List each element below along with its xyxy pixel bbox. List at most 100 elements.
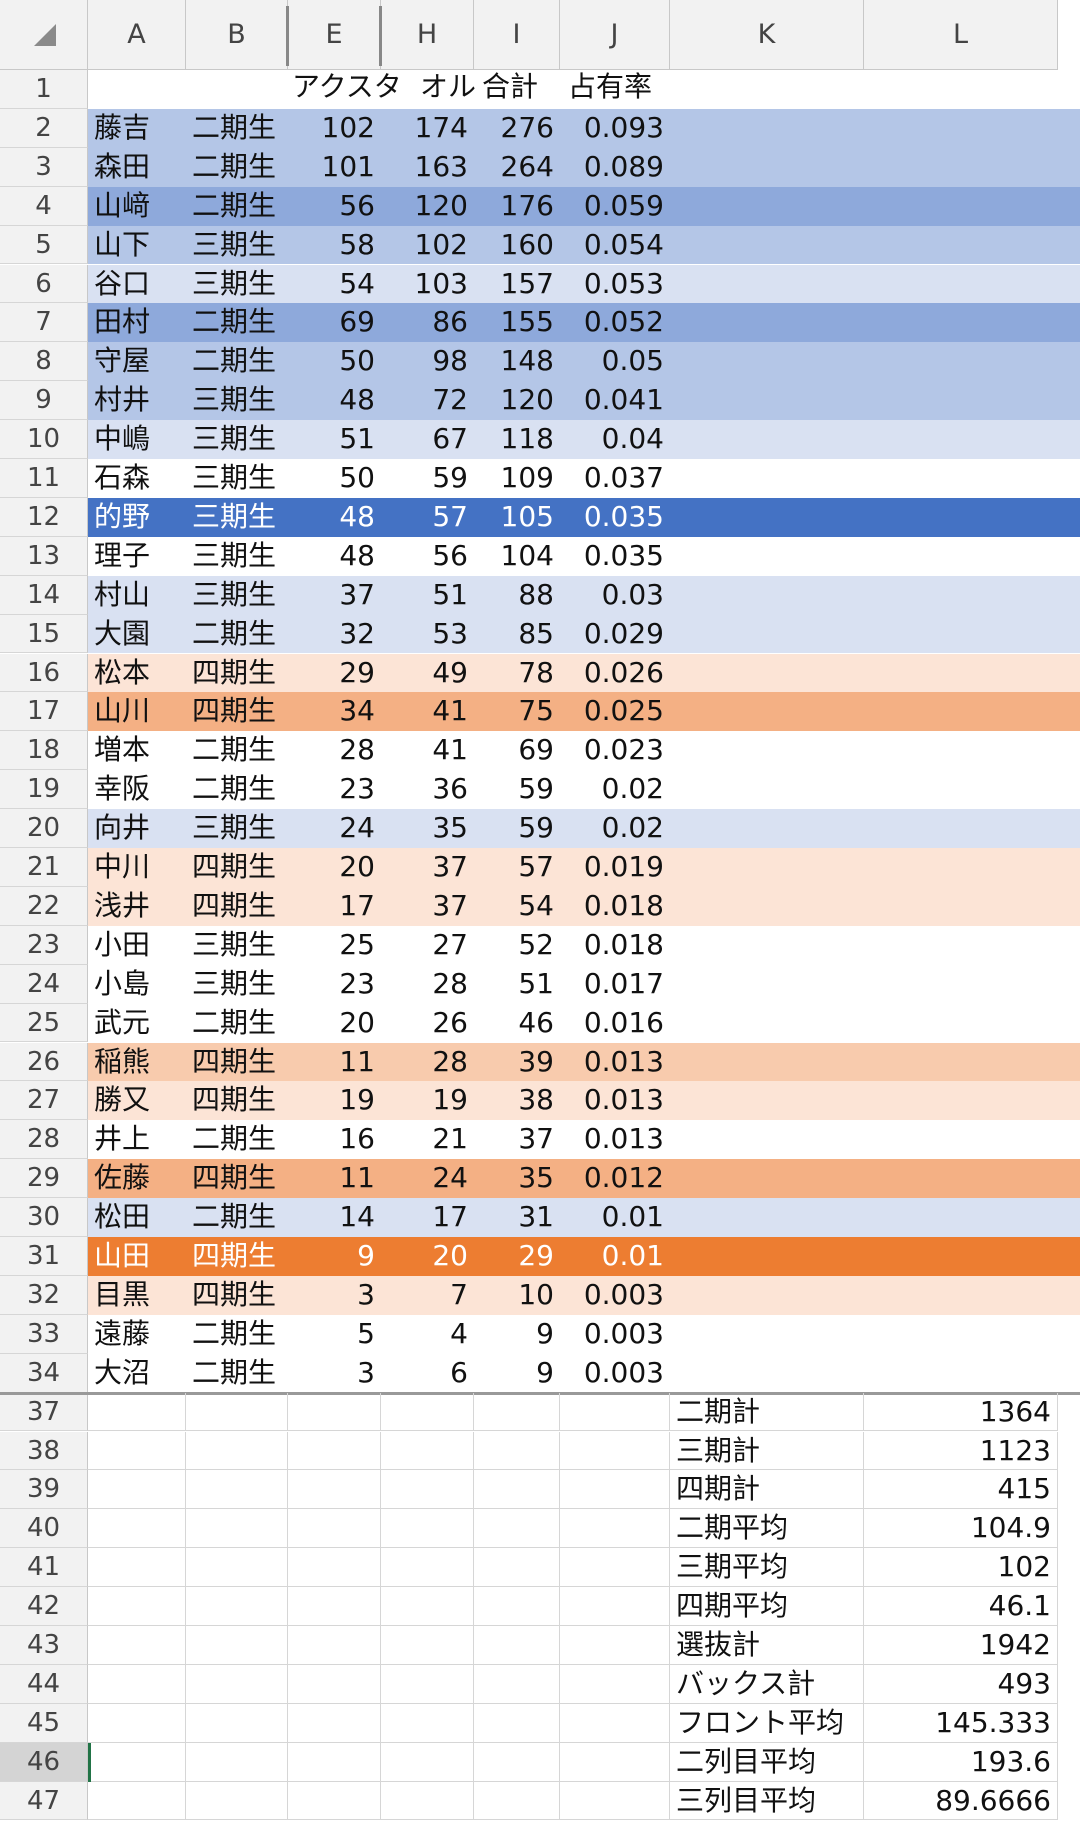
cell-j6[interactable]: 0.053 [560,265,670,304]
cell-a15[interactable]: 大園 [88,615,186,654]
cell-a45[interactable] [88,1703,186,1743]
cell-e16[interactable]: 29 [288,654,381,693]
cell-j41[interactable] [560,1548,670,1588]
cell-i18[interactable]: 69 [474,731,560,770]
cell-b46[interactable] [186,1742,288,1782]
cell-i40[interactable] [474,1509,560,1549]
cell-l38[interactable]: 1123 [864,1431,1058,1471]
cell-i4[interactable]: 176 [474,187,560,226]
cell-b38[interactable] [186,1431,288,1471]
cell-e17[interactable]: 34 [288,692,381,731]
cell-k47[interactable]: 三列目平均 [670,1781,864,1821]
cell-j30[interactable]: 0.01 [560,1198,670,1237]
cell-j43[interactable] [560,1626,670,1665]
cell-j24[interactable]: 0.017 [560,965,670,1004]
cell-b9[interactable]: 三期生 [186,381,288,420]
row-header-9[interactable]: 9 [0,381,88,421]
cell-h27[interactable]: 19 [381,1081,474,1120]
cell-b16[interactable]: 四期生 [186,654,288,693]
cell-b30[interactable]: 二期生 [186,1198,288,1237]
cell-a12[interactable]: 的野 [88,498,186,537]
cell-j10[interactable]: 0.04 [560,420,670,459]
cell-b17[interactable]: 四期生 [186,692,288,731]
cell-h25[interactable]: 26 [381,1004,474,1043]
cell-h10[interactable]: 67 [381,420,474,459]
cell-h33[interactable]: 4 [381,1315,474,1354]
cell-e3[interactable]: 101 [288,148,381,187]
cell-b43[interactable] [186,1626,288,1665]
cell-l45[interactable]: 145.333 [864,1703,1058,1743]
cell-a47[interactable] [88,1781,186,1821]
cell-j19[interactable]: 0.02 [560,770,670,809]
cell-i43[interactable] [474,1626,560,1665]
column-header-e[interactable]: E [288,0,381,70]
cell-h42[interactable] [381,1587,474,1626]
cell-j46[interactable] [560,1742,670,1782]
cell-e43[interactable] [288,1626,381,1665]
cell-a41[interactable] [88,1548,186,1588]
cell-b29[interactable]: 四期生 [186,1159,288,1198]
cell-i42[interactable] [474,1587,560,1626]
cell-h6[interactable]: 103 [381,265,474,304]
cell-h41[interactable] [381,1548,474,1588]
cell-i24[interactable]: 51 [474,965,560,1004]
cell-a27[interactable]: 勝又 [88,1081,186,1120]
cell-h5[interactable]: 102 [381,226,474,265]
cell-e14[interactable]: 37 [288,576,381,615]
cell-a20[interactable]: 向井 [88,809,186,848]
cell-i34[interactable]: 9 [474,1354,560,1393]
cell-h18[interactable]: 41 [381,731,474,770]
cell-i2[interactable]: 276 [474,109,560,148]
row-header-31[interactable]: 31 [0,1237,88,1276]
row-header-17[interactable]: 17 [0,692,88,732]
cell-a19[interactable]: 幸阪 [88,770,186,809]
cell-a3[interactable]: 森田 [88,148,186,187]
column-header-b[interactable]: B [186,0,288,70]
cell-j25[interactable]: 0.016 [560,1004,670,1043]
cell-h21[interactable]: 37 [381,848,474,887]
cell-l42[interactable]: 46.1 [864,1587,1058,1626]
cell-a8[interactable]: 守屋 [88,342,186,381]
cell-b32[interactable]: 四期生 [186,1276,288,1315]
cell-h4[interactable]: 120 [381,187,474,226]
cell-b8[interactable]: 二期生 [186,342,288,381]
row-header-30[interactable]: 30 [0,1198,88,1237]
cell-a5[interactable]: 山下 [88,226,186,265]
cell-i12[interactable]: 105 [474,498,560,537]
cell-i11[interactable]: 109 [474,459,560,498]
cell-j44[interactable] [560,1664,670,1704]
cell-j34[interactable]: 0.003 [560,1354,670,1393]
cell-j14[interactable]: 0.03 [560,576,670,615]
cell-l39[interactable]: 415 [864,1470,1058,1510]
cell-i46[interactable] [474,1742,560,1782]
cell-j42[interactable] [560,1587,670,1626]
cell-b7[interactable]: 二期生 [186,303,288,342]
cell-a33[interactable]: 遠藤 [88,1315,186,1354]
row-header-32[interactable]: 32 [0,1275,88,1315]
cell-b26[interactable]: 四期生 [186,1043,288,1082]
cell-i44[interactable] [474,1664,560,1704]
cell-a31[interactable]: 山田 [88,1237,186,1276]
row-header-23[interactable]: 23 [0,925,88,965]
cell-j39[interactable] [560,1470,670,1510]
cell-h22[interactable]: 37 [381,887,474,926]
cell-h15[interactable]: 53 [381,615,474,654]
cell-e26[interactable]: 11 [288,1043,381,1082]
cell-j22[interactable]: 0.018 [560,887,670,926]
row-header-14[interactable]: 14 [0,575,88,615]
cell-j8[interactable]: 0.05 [560,342,670,381]
cell-a7[interactable]: 田村 [88,303,186,342]
cell-b24[interactable]: 三期生 [186,965,288,1004]
cell-a44[interactable] [88,1664,186,1704]
cell-b12[interactable]: 三期生 [186,498,288,537]
cell-i10[interactable]: 118 [474,420,560,459]
cell-j32[interactable]: 0.003 [560,1276,670,1315]
cell-a10[interactable]: 中嶋 [88,420,186,459]
column-header-i[interactable]: I [474,0,560,70]
cell-e2[interactable]: 102 [288,109,381,148]
cell-a25[interactable]: 武元 [88,1004,186,1043]
cell-e46[interactable] [288,1742,381,1782]
row-header-28[interactable]: 28 [0,1120,88,1160]
cell-e11[interactable]: 50 [288,459,381,498]
row-header-7[interactable]: 7 [0,303,88,343]
